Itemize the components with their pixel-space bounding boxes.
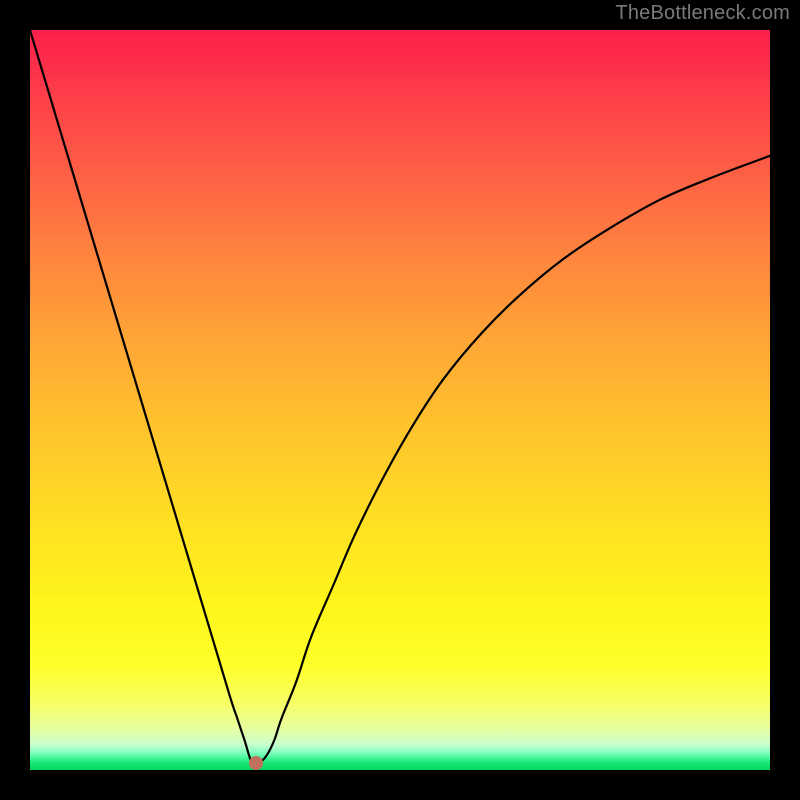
optimum-marker — [249, 756, 263, 770]
plot-area — [30, 30, 770, 770]
chart-frame: TheBottleneck.com — [0, 0, 800, 800]
bottleneck-curve — [30, 30, 770, 770]
watermark-text: TheBottleneck.com — [615, 2, 790, 25]
